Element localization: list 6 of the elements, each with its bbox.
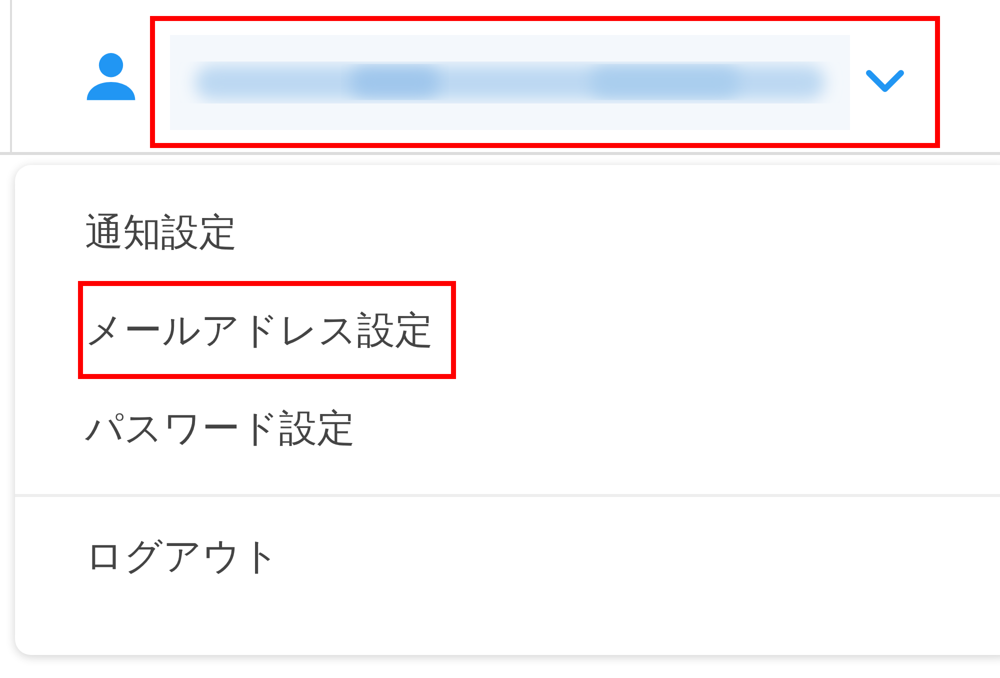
chevron-down-icon: [865, 69, 905, 95]
menu-item[interactable]: パスワード設定: [78, 379, 378, 477]
menu-item[interactable]: メールアドレス設定: [78, 281, 456, 379]
account-dropdown[interactable]: [150, 16, 940, 148]
menu-item[interactable]: 通知設定: [78, 183, 260, 281]
menu-item[interactable]: ログアウト: [78, 507, 303, 605]
